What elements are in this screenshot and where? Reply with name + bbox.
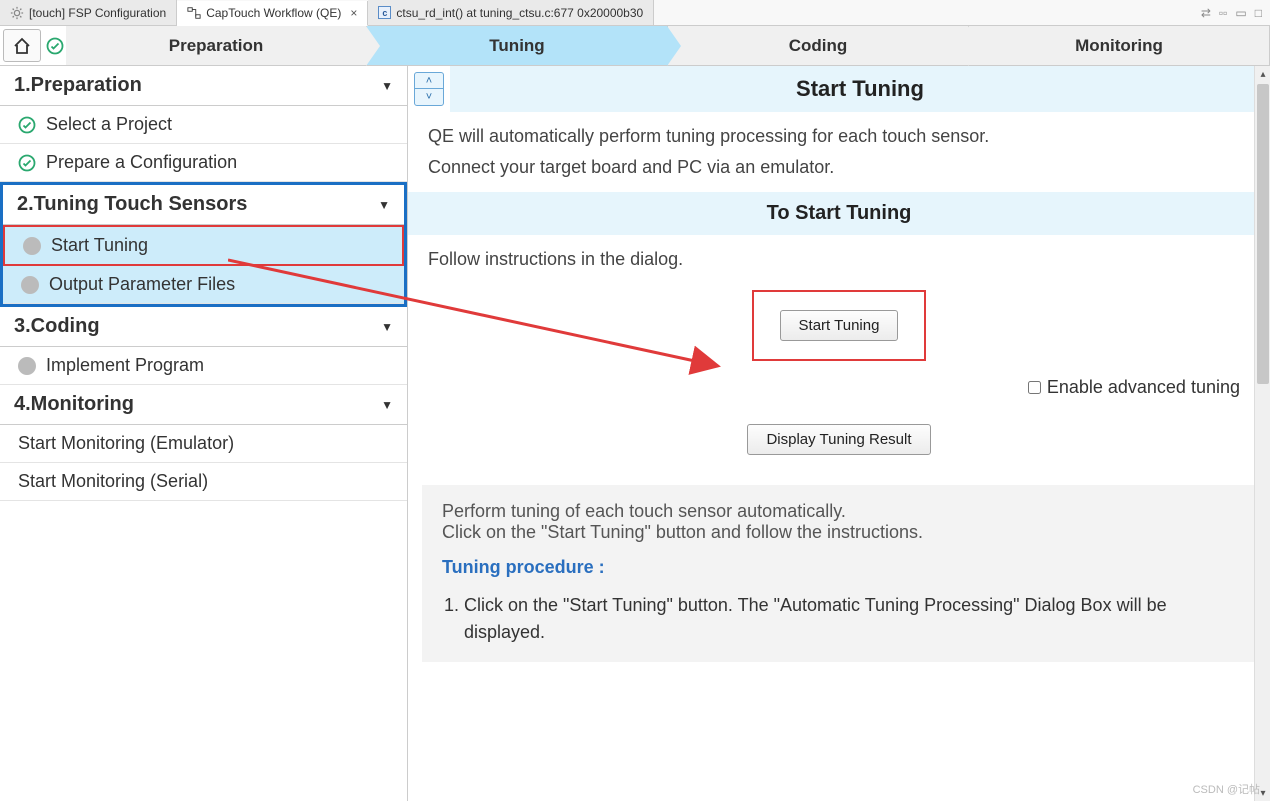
section-monitoring[interactable]: 4.Monitoring ▼ — [0, 385, 407, 425]
workflow-sidebar: 1.Preparation ▼ Select a Project Prepare… — [0, 66, 408, 801]
info-line: Perform tuning of each touch sensor auto… — [442, 501, 1236, 522]
maximize-icon[interactable]: □ — [1255, 6, 1262, 20]
tab-label: [touch] FSP Configuration — [29, 6, 166, 20]
chevron-down-icon: ▼ — [381, 79, 393, 93]
check-icon — [18, 116, 36, 134]
step-label: Tuning — [489, 36, 544, 56]
procedure-heading: Tuning procedure : — [442, 557, 1236, 578]
instruction-line: Follow instructions in the dialog. — [408, 235, 1270, 270]
chevron-up-icon[interactable]: ˄ — [415, 73, 443, 89]
minimize-icon[interactable]: ▭ — [1235, 6, 1246, 20]
section-title: 2.Tuning Touch Sensors — [17, 193, 247, 216]
start-tuning-row: Start Tuning — [408, 270, 1270, 371]
close-icon[interactable]: × — [350, 6, 357, 20]
sidebar-item-label: Start Tuning — [51, 235, 148, 256]
vertical-scrollbar[interactable]: ▴ ▾ — [1254, 66, 1270, 801]
scroll-stepper[interactable]: ˄ ˅ — [414, 72, 444, 106]
sidebar-item-label: Output Parameter Files — [49, 274, 235, 295]
sidebar-item-label: Implement Program — [46, 355, 204, 376]
chevron-down-icon: ▼ — [381, 320, 393, 334]
view-menu-icon[interactable]: ▫▫ — [1219, 6, 1228, 20]
sidebar-item-monitor-serial[interactable]: Start Monitoring (Serial) — [0, 463, 407, 501]
step-coding[interactable]: Coding — [668, 26, 969, 65]
sidebar-item-prepare-config[interactable]: Prepare a Configuration — [0, 144, 407, 182]
enable-advanced-tuning-checkbox[interactable] — [1028, 381, 1041, 394]
step-label: Monitoring — [1075, 36, 1163, 56]
advanced-tuning-row: Enable advanced tuning — [408, 371, 1270, 414]
editor-tabbar: [touch] FSP Configuration CapTouch Workf… — [0, 0, 1270, 26]
description-line: QE will automatically perform tuning pro… — [428, 126, 1250, 147]
bullet-icon — [18, 357, 36, 375]
gear-icon — [10, 6, 24, 20]
content-panel: ˄ ˅ Start Tuning QE will automatically p… — [408, 66, 1270, 801]
watermark: CSDN @记帖 — [1193, 781, 1260, 797]
start-tuning-button[interactable]: Start Tuning — [780, 310, 899, 341]
step-label: Preparation — [169, 36, 263, 56]
tab-label: CapTouch Workflow (QE) — [206, 6, 341, 20]
workflow-icon — [187, 6, 201, 20]
section-tuning-highlight: 2.Tuning Touch Sensors ▼ Start Tuning Ou… — [0, 182, 407, 307]
chevron-down-icon[interactable]: ˅ — [415, 89, 443, 105]
step-monitoring[interactable]: Monitoring — [969, 26, 1270, 65]
scroll-thumb[interactable] — [1257, 84, 1269, 384]
check-icon — [18, 154, 36, 172]
panel-description: QE will automatically perform tuning pro… — [408, 112, 1270, 192]
sidebar-item-label: Select a Project — [46, 114, 172, 135]
section-tuning[interactable]: 2.Tuning Touch Sensors ▼ — [3, 185, 404, 225]
section-title: 1.Preparation — [14, 74, 142, 97]
step-label: Coding — [789, 36, 848, 56]
display-tuning-result-button[interactable]: Display Tuning Result — [747, 424, 930, 455]
info-block: Perform tuning of each touch sensor auto… — [422, 485, 1256, 662]
procedure-step: Click on the "Start Tuning" button. The … — [464, 592, 1236, 646]
c-file-icon: c — [378, 6, 391, 19]
step-preparation[interactable]: Preparation — [66, 26, 367, 65]
section-coding[interactable]: 3.Coding ▼ — [0, 307, 407, 347]
checkbox-label: Enable advanced tuning — [1047, 377, 1240, 398]
tab-fsp-config[interactable]: [touch] FSP Configuration — [0, 0, 177, 25]
sidebar-item-output-params[interactable]: Output Parameter Files — [3, 266, 404, 304]
sidebar-item-select-project[interactable]: Select a Project — [0, 106, 407, 144]
tabbar-right-controls: ⇄ ▫▫ ▭ □ — [1201, 6, 1270, 20]
sidebar-item-label: Start Monitoring (Serial) — [18, 471, 208, 492]
home-button[interactable] — [3, 29, 41, 62]
sidebar-item-start-tuning[interactable]: Start Tuning — [5, 227, 402, 264]
tab-label: ctsu_rd_int() at tuning_ctsu.c:677 0x200… — [396, 6, 643, 20]
restore-icon[interactable]: ⇄ — [1201, 6, 1211, 20]
sidebar-item-label: Prepare a Configuration — [46, 152, 237, 173]
chevron-down-icon: ▼ — [381, 398, 393, 412]
annotation-red-box-button: Start Tuning — [752, 290, 927, 361]
status-check-icon — [44, 26, 66, 65]
step-tuning[interactable]: Tuning — [367, 26, 668, 65]
chevron-down-icon: ▼ — [378, 198, 390, 212]
bullet-icon — [23, 237, 41, 255]
bullet-icon — [21, 276, 39, 294]
section-title: 4.Monitoring — [14, 393, 134, 416]
tab-source-file[interactable]: c ctsu_rd_int() at tuning_ctsu.c:677 0x2… — [368, 0, 654, 25]
panel-title-to-start: To Start Tuning — [408, 192, 1270, 235]
sidebar-item-label: Start Monitoring (Emulator) — [18, 433, 234, 454]
procedure-list: Click on the "Start Tuning" button. The … — [464, 592, 1236, 646]
panel-title-start-tuning: Start Tuning — [450, 66, 1270, 112]
scroll-up-button[interactable]: ▴ — [1255, 66, 1270, 82]
main-split: 1.Preparation ▼ Select a Project Prepare… — [0, 66, 1270, 801]
sidebar-item-monitor-emulator[interactable]: Start Monitoring (Emulator) — [0, 425, 407, 463]
section-preparation[interactable]: 1.Preparation ▼ — [0, 66, 407, 106]
info-line: Click on the "Start Tuning" button and f… — [442, 522, 1236, 543]
display-result-row: Display Tuning Result — [408, 414, 1270, 479]
description-line: Connect your target board and PC via an … — [428, 157, 1250, 178]
workflow-stepbar: Preparation Tuning Coding Monitoring — [0, 26, 1270, 66]
section-title: 3.Coding — [14, 315, 100, 338]
tab-captouch-workflow[interactable]: CapTouch Workflow (QE) × — [177, 1, 368, 26]
annotation-red-box-sidebar: Start Tuning — [3, 225, 404, 266]
sidebar-item-implement-program[interactable]: Implement Program — [0, 347, 407, 385]
